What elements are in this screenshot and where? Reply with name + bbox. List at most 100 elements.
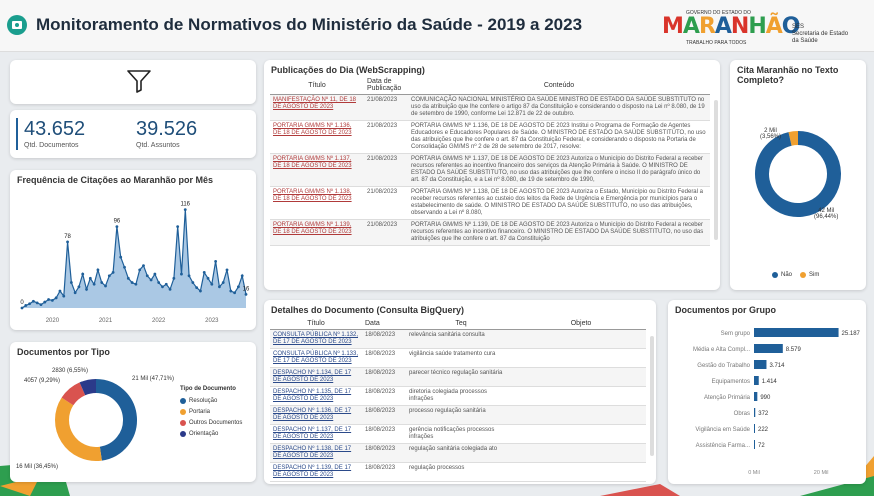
table-row[interactable]: DESPACHO Nº 1.137, DE 17 DE AGOSTO DE 20… <box>270 424 646 444</box>
detalhes-table-wrap[interactable]: Título Data Teq Objeto CONSULTA PÚBLICA … <box>270 318 646 482</box>
frequencia-point[interactable] <box>244 293 248 296</box>
frequencia-point[interactable] <box>183 208 187 212</box>
frequencia-point[interactable] <box>164 282 168 286</box>
grupo-bar[interactable] <box>754 328 839 337</box>
row-titulo[interactable]: PORTARIA GM/MS Nº 1.138, DE 18 DE AGOSTO… <box>270 186 364 220</box>
frequencia-point[interactable] <box>73 291 77 295</box>
grupo-bar[interactable] <box>754 392 758 401</box>
grupo-chart[interactable]: Sem grupo 25.187 Média e Alta Compl... 8.57… <box>668 320 866 482</box>
frequencia-point[interactable] <box>58 289 62 293</box>
row-titulo[interactable]: DESPACHO Nº 1.134, DE 17 DE AGOSTO DE 20… <box>270 367 362 387</box>
frequencia-point[interactable] <box>180 272 183 276</box>
row-titulo[interactable]: PORTARIA GM/MS Nº 1.137, DE 18 DE AGOSTO… <box>270 153 364 187</box>
frequencia-point[interactable] <box>92 282 96 286</box>
frequencia-point[interactable] <box>149 278 153 282</box>
frequencia-point[interactable] <box>172 276 176 280</box>
table-row[interactable]: DESPACHO Nº 1.136, DE 17 DE AGOSTO DE 20… <box>270 405 646 425</box>
frequencia-point[interactable] <box>81 272 85 276</box>
frequencia-point[interactable] <box>123 265 126 269</box>
row-titulo[interactable]: DESPACHO Nº 1.137, DE 17 DE AGOSTO DE 20… <box>270 424 362 444</box>
table-row[interactable]: CONSULTA PÚBLICA Nº 1.132, DE 17 DE AGOS… <box>270 329 646 349</box>
frequencia-point[interactable] <box>138 268 142 272</box>
publicacoes-scrollbar[interactable] <box>714 100 718 240</box>
frequencia-point[interactable] <box>195 286 199 290</box>
col-data[interactable]: Data <box>362 318 406 330</box>
legend-item-resolucao[interactable]: Resolução <box>180 398 242 404</box>
frequencia-point[interactable] <box>47 298 50 301</box>
col-data[interactable]: Data de Publicação <box>364 76 408 95</box>
grupo-bar[interactable] <box>754 376 759 385</box>
frequencia-point[interactable] <box>221 281 225 284</box>
detalhes-scrollbar[interactable] <box>650 336 654 456</box>
frequencia-point[interactable] <box>96 268 100 272</box>
legend-item-sim[interactable]: Sim <box>800 272 819 278</box>
table-row[interactable]: DESPACHO Nº 1.135, DE 17 DE AGOSTO DE 20… <box>270 386 646 406</box>
tipo-slice[interactable] <box>79 379 97 396</box>
table-row[interactable]: CONSULTA PÚBLICA Nº 1.133, DE 17 DE AGOS… <box>270 348 646 368</box>
frequencia-point[interactable] <box>145 274 149 278</box>
frequencia-point[interactable] <box>66 240 69 244</box>
cita-slice[interactable] <box>788 131 799 146</box>
frequencia-point[interactable] <box>35 301 39 305</box>
row-titulo[interactable]: PORTARIA GM/MS Nº 1.139, DE 18 DE AGOSTO… <box>270 219 364 246</box>
frequencia-point[interactable] <box>31 299 35 303</box>
row-titulo[interactable]: CONSULTA PÚBLICA Nº 1.132, DE 17 DE AGOS… <box>270 329 362 349</box>
frequencia-point[interactable] <box>157 281 161 284</box>
table-row[interactable]: PORTARIA GM/MS Nº 1.136, DE 18 DE AGOSTO… <box>270 120 710 154</box>
legend-item-portaria[interactable]: Portaria <box>180 409 242 415</box>
table-row[interactable]: PORTARIA GM/MS Nº 1.138, DE 18 DE AGOSTO… <box>270 186 710 220</box>
row-titulo[interactable]: DESPACHO Nº 1.136, DE 17 DE AGOSTO DE 20… <box>270 405 362 425</box>
grupo-bar[interactable] <box>754 344 783 353</box>
frequencia-point[interactable] <box>168 287 172 291</box>
table-row[interactable]: PORTARIA GM/MS Nº 1.139, DE 18 DE AGOSTO… <box>270 219 710 246</box>
frequencia-point[interactable] <box>187 274 191 278</box>
row-titulo[interactable]: CONSULTA PÚBLICA Nº 1.133, DE 17 DE AGOS… <box>270 348 362 368</box>
frequencia-point[interactable] <box>43 300 47 304</box>
frequencia-point[interactable] <box>62 294 66 298</box>
frequencia-point[interactable] <box>161 285 164 289</box>
row-titulo[interactable]: DESPACHO Nº 1.139, DE 17 DE AGOSTO DE 20… <box>270 462 362 482</box>
col-objeto[interactable]: Objeto <box>516 318 646 330</box>
legend-item-nao[interactable]: Não <box>772 272 792 278</box>
tipo-slice[interactable] <box>61 382 86 406</box>
frequencia-point[interactable] <box>130 281 134 284</box>
col-conteudo[interactable]: Conteúdo <box>408 76 710 95</box>
grupo-bar[interactable] <box>754 440 755 449</box>
frequencia-point[interactable] <box>153 272 157 276</box>
filter-icon[interactable] <box>126 68 152 94</box>
col-titulo[interactable]: Título <box>270 318 362 330</box>
frequencia-point[interactable] <box>210 282 214 286</box>
publicacoes-table-wrap[interactable]: Título Data de Publicação Conteúdo MANIF… <box>270 76 710 286</box>
cita-slice[interactable] <box>755 131 841 217</box>
frequencia-point[interactable] <box>199 289 202 293</box>
frequencia-point[interactable] <box>77 285 81 289</box>
legend-item-orientacao[interactable]: Orientação <box>180 431 242 437</box>
frequencia-point[interactable] <box>240 274 244 278</box>
frequencia-point[interactable] <box>119 255 123 259</box>
table-row[interactable]: DESPACHO Nº 1.134, DE 17 DE AGOSTO DE 20… <box>270 367 646 387</box>
frequencia-point[interactable] <box>134 282 138 286</box>
grupo-bar[interactable] <box>754 424 755 433</box>
legend-item-outros[interactable]: Outros Documentos <box>180 420 242 426</box>
filter-card[interactable] <box>10 60 256 104</box>
frequencia-point[interactable] <box>191 281 195 284</box>
col-teq[interactable]: Teq <box>406 318 516 330</box>
tipo-slice[interactable] <box>95 379 137 461</box>
frequencia-point[interactable] <box>176 225 180 228</box>
frequencia-point[interactable] <box>229 289 233 293</box>
frequencia-point[interactable] <box>69 281 73 284</box>
frequencia-chart[interactable]: 0 78 96 116 16 2020 2021 2022 2023 <box>10 188 256 330</box>
frequencia-point[interactable] <box>111 270 115 274</box>
frequencia-point[interactable] <box>225 268 229 272</box>
frequencia-point[interactable] <box>28 302 31 306</box>
frequencia-point[interactable] <box>115 225 119 228</box>
frequencia-point[interactable] <box>202 270 206 274</box>
table-row[interactable]: MANIFESTAÇÃO Nº 11, DE 18 DE AGOSTO DE 2… <box>270 94 710 121</box>
frequencia-point[interactable] <box>100 281 104 284</box>
frequencia-point[interactable] <box>126 276 130 280</box>
frequencia-point[interactable] <box>237 285 240 289</box>
table-row[interactable]: DESPACHO Nº 1.139, DE 17 DE AGOSTO DE 20… <box>270 462 646 482</box>
grupo-bar[interactable] <box>754 360 767 369</box>
row-titulo[interactable]: DESPACHO Nº 1.135, DE 17 DE AGOSTO DE 20… <box>270 386 362 406</box>
frequencia-point[interactable] <box>39 303 43 307</box>
